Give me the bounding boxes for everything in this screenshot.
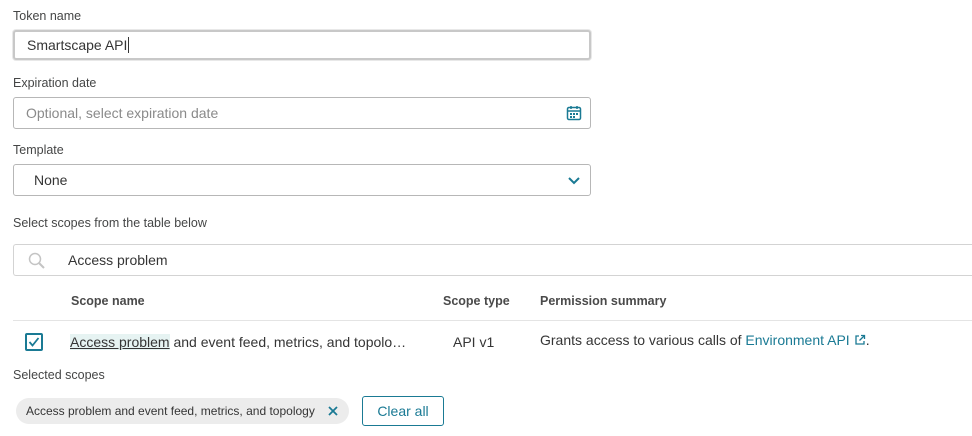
checkmark-icon [28,337,40,347]
close-icon[interactable] [327,405,339,417]
permission-summary-text: Grants access to various calls of [540,332,746,348]
expiration-date-placeholder: Optional, select expiration date [26,105,219,121]
expiration-date-input[interactable]: Optional, select expiration date [13,97,591,129]
selected-scope-chip-label: Access problem and event feed, metrics, … [26,404,315,418]
expiration-date-label: Expiration date [13,76,97,90]
scope-name-rest: and event feed, metrics, and topolo… [169,334,407,350]
scope-search-input[interactable]: Access problem [13,244,972,276]
environment-api-link[interactable]: Environment API [745,332,849,348]
template-label: Template [13,143,64,157]
token-name-value: Smartscape API [27,37,128,53]
scope-name-cell: Access problem and event feed, metrics, … [70,334,406,350]
column-header-permission-summary[interactable]: Permission summary [540,294,666,308]
clear-all-button[interactable]: Clear all [362,396,444,426]
selected-scope-chip: Access problem and event feed, metrics, … [16,398,349,424]
column-header-scope-name[interactable]: Scope name [71,294,145,308]
selected-scopes-label: Selected scopes [13,368,105,382]
scopes-instruction: Select scopes from the table below [13,216,207,230]
search-icon [28,252,45,269]
column-header-scope-type[interactable]: Scope type [443,294,510,308]
table-header-divider [13,320,972,321]
chevron-down-icon[interactable] [566,172,582,188]
scope-search-value: Access problem [68,252,168,268]
search-match-highlight: Access problem [70,334,170,350]
template-value: None [34,172,68,188]
external-link-icon[interactable] [854,334,866,346]
token-name-label: Token name [13,9,82,23]
permission-summary-cell: Grants access to various calls of Enviro… [540,332,870,348]
template-select[interactable]: None [13,164,591,196]
token-name-input[interactable]: Smartscape API [13,30,591,60]
text-caret [128,37,130,53]
scope-checkbox[interactable] [25,333,43,351]
permission-summary-suffix: . [865,332,870,348]
scope-type-cell: API v1 [453,334,495,350]
calendar-icon[interactable] [566,105,582,121]
